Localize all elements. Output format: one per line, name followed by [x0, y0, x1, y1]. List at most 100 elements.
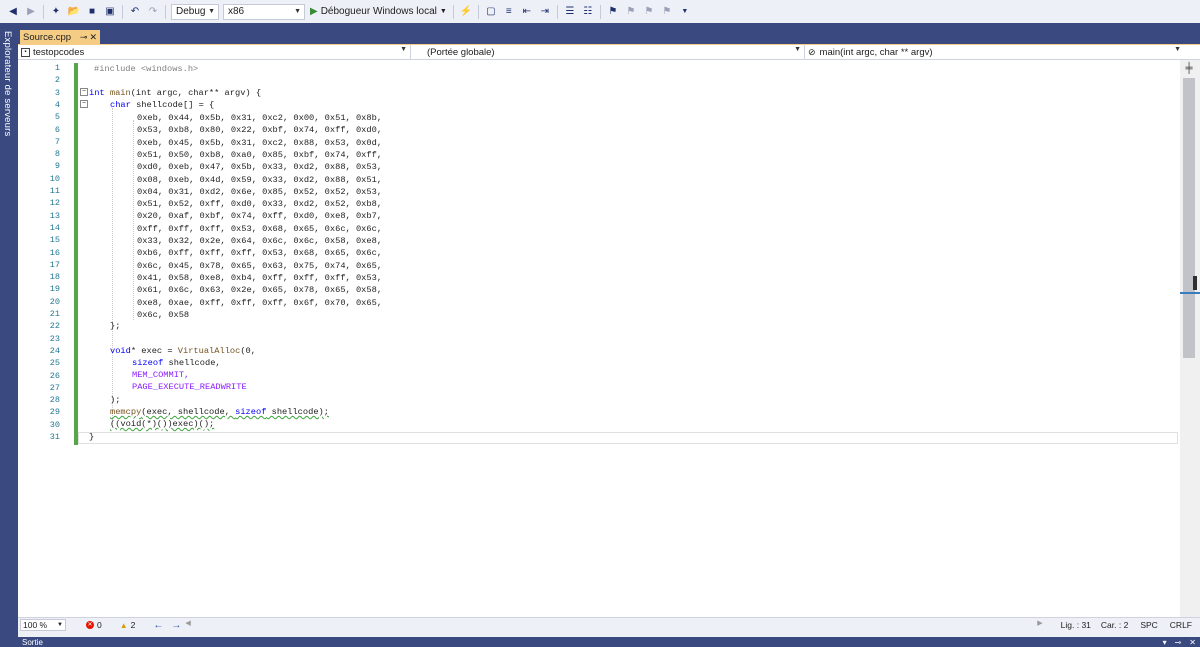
redo-icon[interactable]: ↷	[146, 5, 160, 19]
platform-dropdown[interactable]: x86 ▼	[223, 3, 305, 20]
platform-value: x86	[228, 6, 245, 17]
line-number: 20	[49, 296, 60, 307]
code-line-24: void* exec = VirtualAlloc(0,	[110, 345, 256, 357]
scroll-marker	[1193, 276, 1197, 290]
line-indicator[interactable]: Lig. : 31	[1061, 620, 1091, 630]
previous-issue-icon[interactable]: ←	[153, 620, 163, 631]
configuration-dropdown[interactable]: Debug ▼	[171, 3, 219, 20]
shellcode-row: 0x51, 0x50, 0xb8, 0xa0, 0x85, 0xbf, 0x74…	[137, 149, 383, 160]
code-line-30: ((void(*)())exec)();	[110, 418, 214, 430]
shellcode-row: 0x6c, 0x58	[137, 309, 190, 320]
uncomment-icon[interactable]: ☷	[581, 5, 595, 19]
close-icon[interactable]: ✕	[89, 32, 97, 43]
shellcode-row: 0xd0, 0xeb, 0x47, 0x5b, 0x33, 0xd2, 0x88…	[137, 162, 383, 173]
code-line-1: #include <windows.h>	[94, 63, 198, 75]
toolbar-divider	[165, 4, 166, 19]
warning-count[interactable]: ▲ 2	[120, 620, 136, 630]
scope-dropdown[interactable]: (Portée globale) ▼	[411, 45, 805, 59]
server-explorer-tab[interactable]: Explorateur de serveurs	[2, 31, 13, 136]
shellcode-row: 0x20, 0xaf, 0xbf, 0x74, 0xff, 0xd0, 0xe8…	[137, 211, 383, 222]
main-toolbar: ◀ ▶ ✦ 📂 ■ ▣ ↶ ↷ Debug ▼ x86 ▼ ▶ Débogueu…	[0, 0, 1200, 23]
line-number: 30	[49, 419, 60, 430]
column-indicator[interactable]: Car. : 2	[1101, 620, 1128, 630]
panel-options-icon[interactable]: ▾	[1163, 638, 1167, 647]
code-line-28: );	[110, 394, 120, 406]
changed-lines-indicator	[74, 63, 78, 445]
chevron-down-icon: ▼	[57, 622, 63, 628]
outdent-icon[interactable]: ⇤	[520, 5, 534, 19]
memcpy-args: (exec, shellcode,	[141, 407, 236, 417]
prev-bookmark-icon[interactable]: ⚑	[624, 5, 638, 19]
window-icon[interactable]: ▢	[484, 5, 498, 19]
next-issue-icon[interactable]: →	[171, 620, 181, 631]
keyword-char: char	[110, 100, 131, 110]
fold-toggle-array[interactable]: −	[80, 100, 88, 108]
attach-icon[interactable]: ⚡	[459, 5, 473, 19]
toolbar-overflow-icon[interactable]: ▼	[678, 5, 692, 19]
vertical-scrollbar[interactable]: ╪	[1180, 60, 1200, 617]
comment-icon[interactable]: ☰	[563, 5, 577, 19]
shellcode-row: 0x61, 0x6c, 0x63, 0x2e, 0x65, 0x78, 0x65…	[137, 285, 383, 296]
split-editor-icon[interactable]: ╪	[1182, 63, 1196, 74]
error-count-value: 0	[97, 620, 102, 630]
output-title[interactable]: Sortie	[22, 638, 43, 647]
code-line-22: };	[110, 320, 120, 332]
editor-status-row: 100 % ▼ ✕ 0 ▲ 2 ← → ◀ ▶ Lig. : 31 Car. :…	[18, 617, 1200, 632]
save-all-icon[interactable]: ▣	[103, 5, 117, 19]
scrollbar-thumb[interactable]	[1183, 78, 1195, 358]
chevron-down-icon: ▼	[794, 46, 801, 53]
fold-toggle-main[interactable]: −	[80, 88, 88, 96]
line-number: 3	[54, 87, 60, 98]
new-project-icon[interactable]: ✦	[49, 5, 63, 19]
error-count[interactable]: ✕ 0	[86, 620, 102, 630]
memcpy-call: memcpy	[110, 407, 142, 417]
forward-icon[interactable]: ▶	[24, 5, 38, 19]
clear-bookmarks-icon[interactable]: ⚑	[660, 5, 674, 19]
line-number: 13	[49, 210, 60, 221]
line-number: 25	[49, 358, 60, 369]
page-execute-macro: PAGE_EXECUTE_READWRITE	[132, 382, 247, 392]
code-line-31: }	[89, 431, 94, 443]
virtualalloc-call: VirtualAlloc	[177, 346, 241, 356]
line-number-gutter: 1 2 3 4 5 6 7 8 9 10 11 12 13 14 15 16 17 18 19 20 21 22 23 24 2…	[18, 60, 66, 617]
pin-icon[interactable]: ⊸	[80, 32, 88, 43]
tab-source-cpp[interactable]: Source.cpp ⊸ ✕	[20, 30, 100, 44]
run-debugger-button[interactable]: ▶ Débogueur Windows local ▼	[310, 6, 447, 17]
whitespace-indicator[interactable]: SPC	[1140, 620, 1157, 630]
chevron-down-icon: ▼	[1174, 46, 1181, 53]
toolbar-divider	[477, 4, 479, 19]
line-number: 6	[54, 124, 60, 135]
call-close: );	[110, 395, 121, 405]
shellcode-row: 0xff, 0xff, 0xff, 0x53, 0x68, 0x65, 0x6c…	[137, 223, 383, 234]
line-number: 24	[49, 345, 60, 356]
main-signature: (int argc, char** argv) {	[130, 88, 262, 98]
project-icon: ▪	[21, 47, 30, 57]
project-dropdown[interactable]: ▪ testopcodes ▼	[18, 45, 411, 59]
line-ending-indicator[interactable]: CRLF	[1170, 620, 1192, 630]
horizontal-scrollbar[interactable]: ◀ ▶	[181, 619, 1046, 631]
format-icon[interactable]: ≡	[502, 5, 516, 19]
line-number: 1	[54, 63, 60, 73]
code-editor[interactable]: 1 2 3 4 5 6 7 8 9 10 11 12 13 14 15 16 17 18 19 20 21 22 23 24 2…	[18, 60, 1180, 617]
line-number: 4	[54, 99, 60, 110]
zoom-dropdown[interactable]: 100 % ▼	[20, 619, 66, 631]
member-dropdown[interactable]: ⊘ main(int argc, char ** argv) ▼	[805, 45, 1184, 59]
shellcode-row: 0x33, 0x32, 0x2e, 0x64, 0x6c, 0x6c, 0x58…	[137, 236, 383, 246]
pin-icon[interactable]: ⊸	[1175, 638, 1182, 647]
shellcode-row: 0x04, 0x31, 0xd2, 0x6e, 0x85, 0x52, 0x52…	[137, 186, 383, 197]
line-number: 11	[49, 186, 60, 196]
bookmark-icon[interactable]: ⚑	[606, 5, 620, 19]
open-folder-icon[interactable]: 📂	[67, 5, 81, 19]
shellcode-row: 0xe8, 0xae, 0xff, 0xff, 0xff, 0x6f, 0x70…	[137, 297, 383, 308]
close-icon[interactable]: ✕	[1189, 638, 1196, 647]
line-number: 27	[49, 382, 60, 393]
save-icon[interactable]: ■	[85, 5, 99, 19]
chevron-down-icon: ▼	[208, 8, 215, 15]
scroll-right-icon[interactable]: ▶	[1037, 619, 1042, 627]
indent-icon[interactable]: ⇥	[538, 5, 552, 19]
undo-icon[interactable]: ↶	[128, 5, 142, 19]
back-icon[interactable]: ◀	[6, 5, 20, 19]
scroll-left-icon[interactable]: ◀	[185, 619, 190, 627]
server-explorer-rail[interactable]: Explorateur de serveurs	[0, 29, 18, 637]
next-bookmark-icon[interactable]: ⚑	[642, 5, 656, 19]
